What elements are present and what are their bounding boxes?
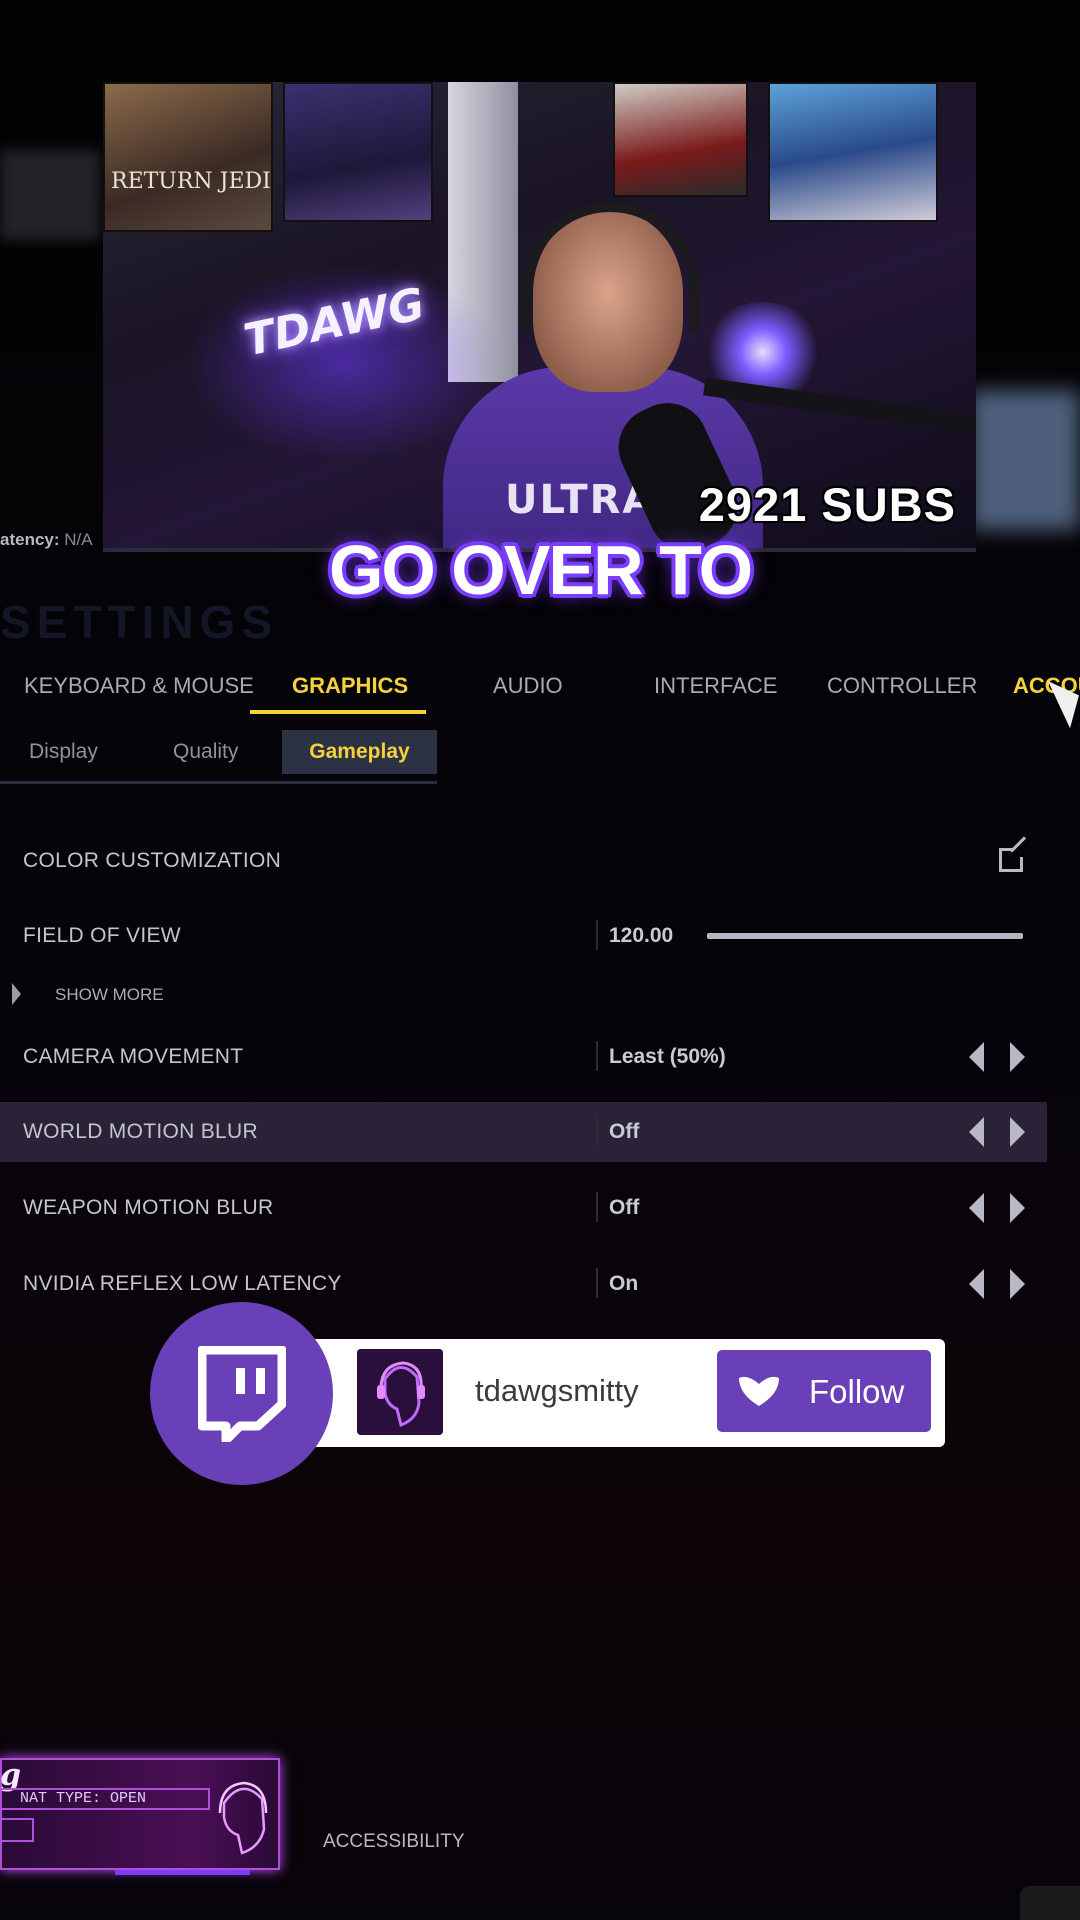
- arrow-left-icon[interactable]: [969, 1269, 984, 1299]
- subtab-display[interactable]: Display: [29, 730, 98, 774]
- hud-right-blur: [970, 390, 1080, 530]
- arrow-right-icon[interactable]: [1010, 1042, 1025, 1072]
- subtab-divider: [0, 781, 437, 784]
- streamer-username: tdawgsmitty: [475, 1373, 639, 1408]
- setting-label: COLOR CUSTOMIZATION: [23, 849, 282, 872]
- accessibility-button[interactable]: ACCESSIBILITY: [323, 1831, 465, 1853]
- arrow-right-icon[interactable]: [1010, 1269, 1025, 1299]
- settings-subtabs: Display Quality Gameplay: [0, 730, 440, 784]
- setting-row-weapon-motion-blur[interactable]: WEAPON MOTION BLUR Off: [0, 1178, 1047, 1238]
- setting-row-color-customization[interactable]: COLOR CUSTOMIZATION: [0, 831, 1047, 891]
- poster-text: RETURN JEDI: [111, 169, 271, 194]
- show-more-toggle[interactable]: SHOW MORE: [0, 980, 300, 1010]
- tab-controller[interactable]: CONTROLLER: [827, 673, 977, 699]
- heart-icon: [739, 1376, 779, 1406]
- headphones: [521, 202, 699, 332]
- follow-label: Follow: [809, 1373, 905, 1410]
- arrow-right-icon[interactable]: [1010, 1117, 1025, 1147]
- setting-row-field-of-view[interactable]: FIELD OF VIEW 120.00: [0, 906, 1047, 966]
- tab-interface[interactable]: INTERFACE: [654, 673, 777, 699]
- webcam-feed: RETURN JEDI TDAWG ULTRA 2921 SUBS: [103, 82, 976, 552]
- chevron-right-icon: [12, 983, 21, 1005]
- setting-value: Off: [609, 1120, 640, 1143]
- setting-label: CAMERA MOVEMENT: [23, 1045, 244, 1068]
- arrow-left-icon[interactable]: [969, 1117, 984, 1147]
- tab-keyboard-mouse[interactable]: KEYBOARD & MOUSE: [24, 673, 254, 699]
- follow-button[interactable]: Follow: [717, 1350, 931, 1432]
- arrow-left-icon[interactable]: [969, 1193, 984, 1223]
- setting-row-world-motion-blur[interactable]: WORLD MOTION BLUR Off: [0, 1102, 1047, 1162]
- row-divider: [596, 1116, 598, 1146]
- overlay-box: [0, 1818, 34, 1842]
- sub-count: 2921 SUBS: [698, 478, 956, 531]
- setting-row-nvidia-reflex[interactable]: NVIDIA REFLEX LOW LATENCY On: [0, 1254, 1047, 1314]
- streamer-avatar: [357, 1349, 443, 1435]
- setting-value: Least (50%): [609, 1045, 726, 1068]
- subtab-quality[interactable]: Quality: [173, 730, 238, 774]
- setting-row-camera-movement[interactable]: CAMERA MOVEMENT Least (50%): [0, 1027, 1047, 1087]
- arrow-right-icon[interactable]: [1010, 1193, 1025, 1223]
- twitch-logo-icon: [198, 1346, 286, 1442]
- hud-blur-block: [0, 150, 100, 240]
- poster-star-wars-4: [768, 82, 938, 222]
- setting-label: WEAPON MOTION BLUR: [23, 1196, 274, 1219]
- nat-type-readout: NAT TYPE: OPEN: [0, 1788, 210, 1810]
- subtab-gameplay[interactable]: Gameplay: [282, 730, 437, 774]
- tab-audio[interactable]: AUDIO: [493, 673, 563, 699]
- twitch-badge: [150, 1302, 333, 1485]
- setting-label: WORLD MOTION BLUR: [23, 1120, 258, 1143]
- setting-label: NVIDIA REFLEX LOW LATENCY: [23, 1272, 342, 1295]
- row-divider: [596, 1041, 598, 1071]
- setting-value: On: [609, 1272, 639, 1295]
- settings-tabs: KEYBOARD & MOUSE GRAPHICS AUDIO INTERFAC…: [0, 665, 1080, 715]
- row-divider: [596, 1268, 598, 1298]
- poster-star-wars-3: [613, 82, 748, 197]
- avatar-headphones-icon: [357, 1349, 443, 1435]
- setting-value: 120.00: [609, 924, 674, 947]
- setting-value: Off: [609, 1196, 640, 1219]
- poster-return-of-the-jedi: RETURN JEDI: [103, 82, 273, 232]
- overlay-avatar-icon: [218, 1781, 268, 1855]
- row-divider: [596, 1192, 598, 1222]
- setting-label: FIELD OF VIEW: [23, 924, 181, 947]
- arrow-left-icon[interactable]: [969, 1042, 984, 1072]
- corner-block: [1020, 1886, 1080, 1920]
- tab-graphics[interactable]: GRAPHICS: [292, 673, 408, 699]
- fov-slider[interactable]: [707, 933, 1023, 939]
- settings-title: SETTINGS: [0, 596, 279, 648]
- active-tab-underline: [250, 710, 426, 714]
- show-more-label: SHOW MORE: [55, 985, 164, 1004]
- overlay-progress-bar: [115, 1870, 250, 1875]
- poster-star-wars-2: [283, 82, 433, 222]
- row-divider: [596, 920, 598, 950]
